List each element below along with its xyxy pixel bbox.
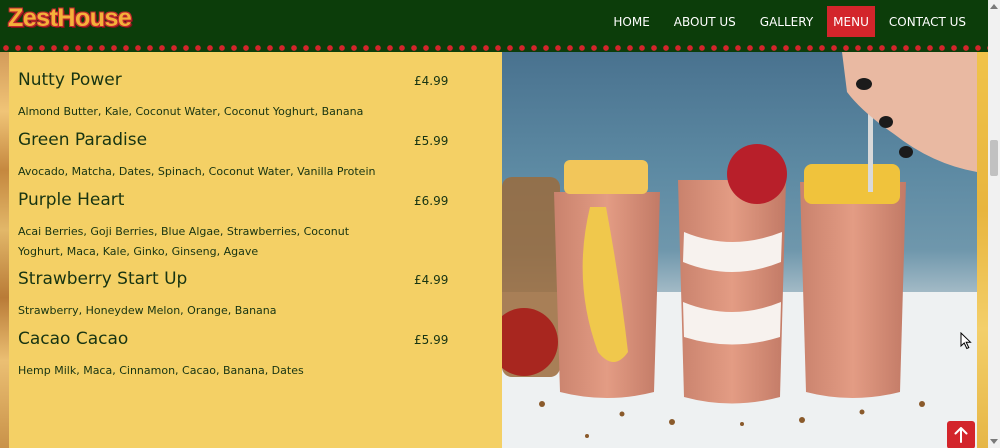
menu-item-price: £6.99 (414, 194, 449, 208)
scroll-thumb[interactable] (990, 140, 998, 176)
nav-gallery[interactable]: GALLERY (750, 6, 823, 37)
brand-logo[interactable]: ZestHouse (8, 4, 132, 33)
menu-item: Purple Heart £6.99 Acai Berries, Goji Be… (18, 190, 488, 258)
menu-item-price: £5.99 (414, 134, 449, 148)
scroll-down-arrow-icon[interactable] (990, 439, 998, 444)
nav-home[interactable]: HOME (603, 6, 659, 37)
menu-item-price: £4.99 (414, 273, 449, 287)
menu-item: Cacao Cacao £5.99 Hemp Milk, Maca, Cinna… (18, 329, 488, 377)
menu-item-description: Acai Berries, Goji Berries, Blue Algae, … (18, 225, 350, 258)
smoothie-hero-image (502, 52, 977, 448)
fruit-photo-strip (0, 52, 9, 448)
menu-item-description: Hemp Milk, Maca, Cinnamon, Cacao, Banana… (18, 364, 304, 377)
menu-item-description: Almond Butter, Kale, Coconut Water, Coco… (18, 105, 364, 118)
menu-item: Green Paradise £5.99 Avocado, Matcha, Da… (18, 130, 488, 178)
nav-menu[interactable]: MENU (827, 6, 875, 37)
menu-panel: Nutty Power £4.99 Almond Butter, Kale, C… (9, 52, 502, 448)
page-scrollbar[interactable] (988, 0, 1000, 448)
menu-item-description: Avocado, Matcha, Dates, Spinach, Coconut… (18, 165, 376, 178)
nav-contact-us[interactable]: CONTACT US (879, 6, 976, 37)
mouse-pointer-icon (960, 332, 972, 350)
smoothie-illustration (502, 52, 977, 448)
menu-item: Nutty Power £4.99 Almond Butter, Kale, C… (18, 70, 488, 118)
menu-item-price: £4.99 (414, 74, 449, 88)
scalloped-divider (0, 44, 988, 52)
menu-item-price: £5.99 (414, 333, 449, 347)
fruit-photo-edge (977, 52, 988, 448)
back-to-top-button[interactable] (947, 421, 975, 448)
arrow-up-icon (954, 427, 968, 443)
nav-about-us[interactable]: ABOUT US (664, 6, 746, 37)
top-navbar: ZestHouse HOME ABOUT US GALLERY MENU CON… (0, 0, 988, 44)
scroll-up-arrow-icon[interactable] (990, 4, 998, 9)
nav-links: HOME ABOUT US GALLERY MENU CONTACT US (599, 6, 976, 37)
menu-item-description: Strawberry, Honeydew Melon, Orange, Bana… (18, 304, 277, 317)
menu-item: Strawberry Start Up £4.99 Strawberry, Ho… (18, 269, 488, 317)
